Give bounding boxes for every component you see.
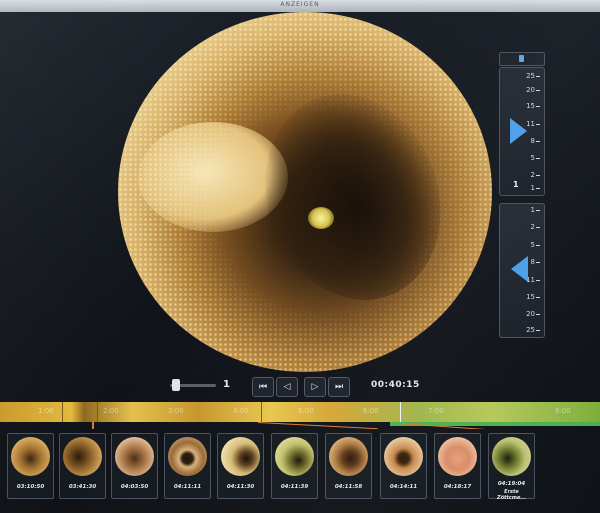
speed-value: 1: [223, 379, 230, 390]
thumbnail-card[interactable]: 04:19:04 Erste Zöttcme...: [488, 433, 535, 501]
scale-tick: 25: [526, 72, 540, 80]
scale-handle-knob[interactable]: [519, 55, 524, 62]
timeline-label: 4:00: [233, 407, 249, 415]
scale-tick: 15: [526, 293, 540, 301]
thumbnail-image: [384, 437, 423, 476]
timeline-label: 5:00: [298, 407, 314, 415]
scale-tick: 25: [526, 326, 540, 334]
capsule-endoscopy-app: ANZEIGEN 25 20 15 11 8 5 2 1 1 1 2 5 8 1…: [0, 0, 600, 513]
thumbnail-image: [11, 437, 50, 476]
thumbnail-time: 04:18:17: [443, 484, 472, 490]
thumbnail-image: [63, 437, 102, 476]
timeline-label: 6:00: [363, 407, 379, 415]
thumbnail-image: [492, 437, 531, 476]
thumbnail-time: 04:14:11: [389, 484, 418, 490]
skip-to-start-button[interactable]: ⏮: [252, 377, 274, 397]
scale-tick: 5: [531, 241, 540, 249]
timeline-marker: [97, 402, 98, 422]
thumbnail-time: 04:11:58: [334, 484, 363, 490]
thumbnail-card[interactable]: 03:10:50: [7, 433, 54, 499]
scale-tick: 2: [531, 171, 540, 179]
playback-controls: 1 ⏮ ◁ ▷ ⏭ 00:40:15: [170, 376, 450, 397]
skip-to-end-button[interactable]: ⏭: [328, 377, 350, 397]
thumbnail-card[interactable]: 04:03:50: [111, 433, 158, 499]
reverse-speed-scale[interactable]: 1 2 5 8 11 15 20 25: [499, 203, 545, 338]
play-reverse-icon[interactable]: [511, 256, 528, 282]
play-button[interactable]: ▷: [304, 377, 326, 397]
forward-speed-value: 1: [513, 180, 519, 189]
timeline-marker: [62, 402, 63, 422]
thumbnail-card[interactable]: 04:11:30: [217, 433, 264, 499]
thumbnail-image: [168, 437, 207, 476]
scale-tick: 15: [526, 102, 540, 110]
scale-tick: 5: [531, 154, 540, 162]
thumbnail-card[interactable]: 04:14:11: [380, 433, 427, 499]
scale-tick: 11: [526, 276, 540, 284]
thumbnail-time: 04:19:04: [497, 481, 526, 487]
thumbnail-image: [221, 437, 260, 476]
scale-tick: 1: [531, 184, 540, 192]
video-timeline[interactable]: 1:00 2:00 3:00 4:00 5:00 6:00 7:00 8:00: [0, 402, 600, 422]
scale-tick: 1: [531, 206, 540, 214]
scale-tick: 11: [526, 120, 540, 128]
thumbnail-time: 03:10:50: [16, 484, 45, 490]
thumbnail-image: [275, 437, 314, 476]
thumbnail-card[interactable]: 03:41:30: [59, 433, 106, 499]
thumbnail-time: 04:11:39: [280, 484, 309, 490]
thumbnail-image: [438, 437, 477, 476]
thumbnail-time: 04:11:11: [173, 484, 202, 490]
thumbnail-caption: Erste Zöttcme...: [496, 489, 527, 501]
forward-speed-scale[interactable]: 25 20 15 11 8 5 2 1 1: [499, 67, 545, 196]
window-title: ANZEIGEN: [280, 1, 320, 8]
thumbnail-card[interactable]: 04:11:39: [271, 433, 318, 499]
thumbnail-card[interactable]: 04:18:17: [434, 433, 481, 499]
thumbnail-time: 04:03:50: [120, 484, 149, 490]
scale-tick: 2: [531, 223, 540, 231]
villi-texture: [118, 12, 492, 372]
thumbnail-time: 04:11:30: [226, 484, 255, 490]
thumbnail-image: [329, 437, 368, 476]
scale-tick: 20: [526, 86, 540, 94]
thumbnail-card[interactable]: 04:11:11: [164, 433, 211, 499]
scale-tick: 20: [526, 310, 540, 318]
play-forward-icon[interactable]: [510, 118, 527, 144]
thumbnail-time: 03:41:30: [68, 484, 97, 490]
scale-handle[interactable]: [499, 52, 545, 66]
endoscopy-image-view[interactable]: [118, 12, 492, 372]
scale-tick: 8: [531, 258, 540, 266]
thumbnail-card[interactable]: 04:11:58: [325, 433, 372, 499]
timeline-label: 1:00: [38, 407, 54, 415]
timeline-label: 3:00: [168, 407, 184, 415]
playback-time: 00:40:15: [371, 380, 420, 390]
timeline-label: 8:00: [555, 407, 571, 415]
thumbnail-image: [115, 437, 154, 476]
timeline-marker: [261, 402, 262, 422]
scale-tick: 8: [531, 137, 540, 145]
timeline-label: 7:00: [428, 407, 444, 415]
timeline-label: 2:00: [103, 407, 119, 415]
step-back-button[interactable]: ◁: [276, 377, 298, 397]
timeline-position-cursor[interactable]: [400, 402, 401, 422]
speed-slider-knob[interactable]: [172, 379, 180, 391]
